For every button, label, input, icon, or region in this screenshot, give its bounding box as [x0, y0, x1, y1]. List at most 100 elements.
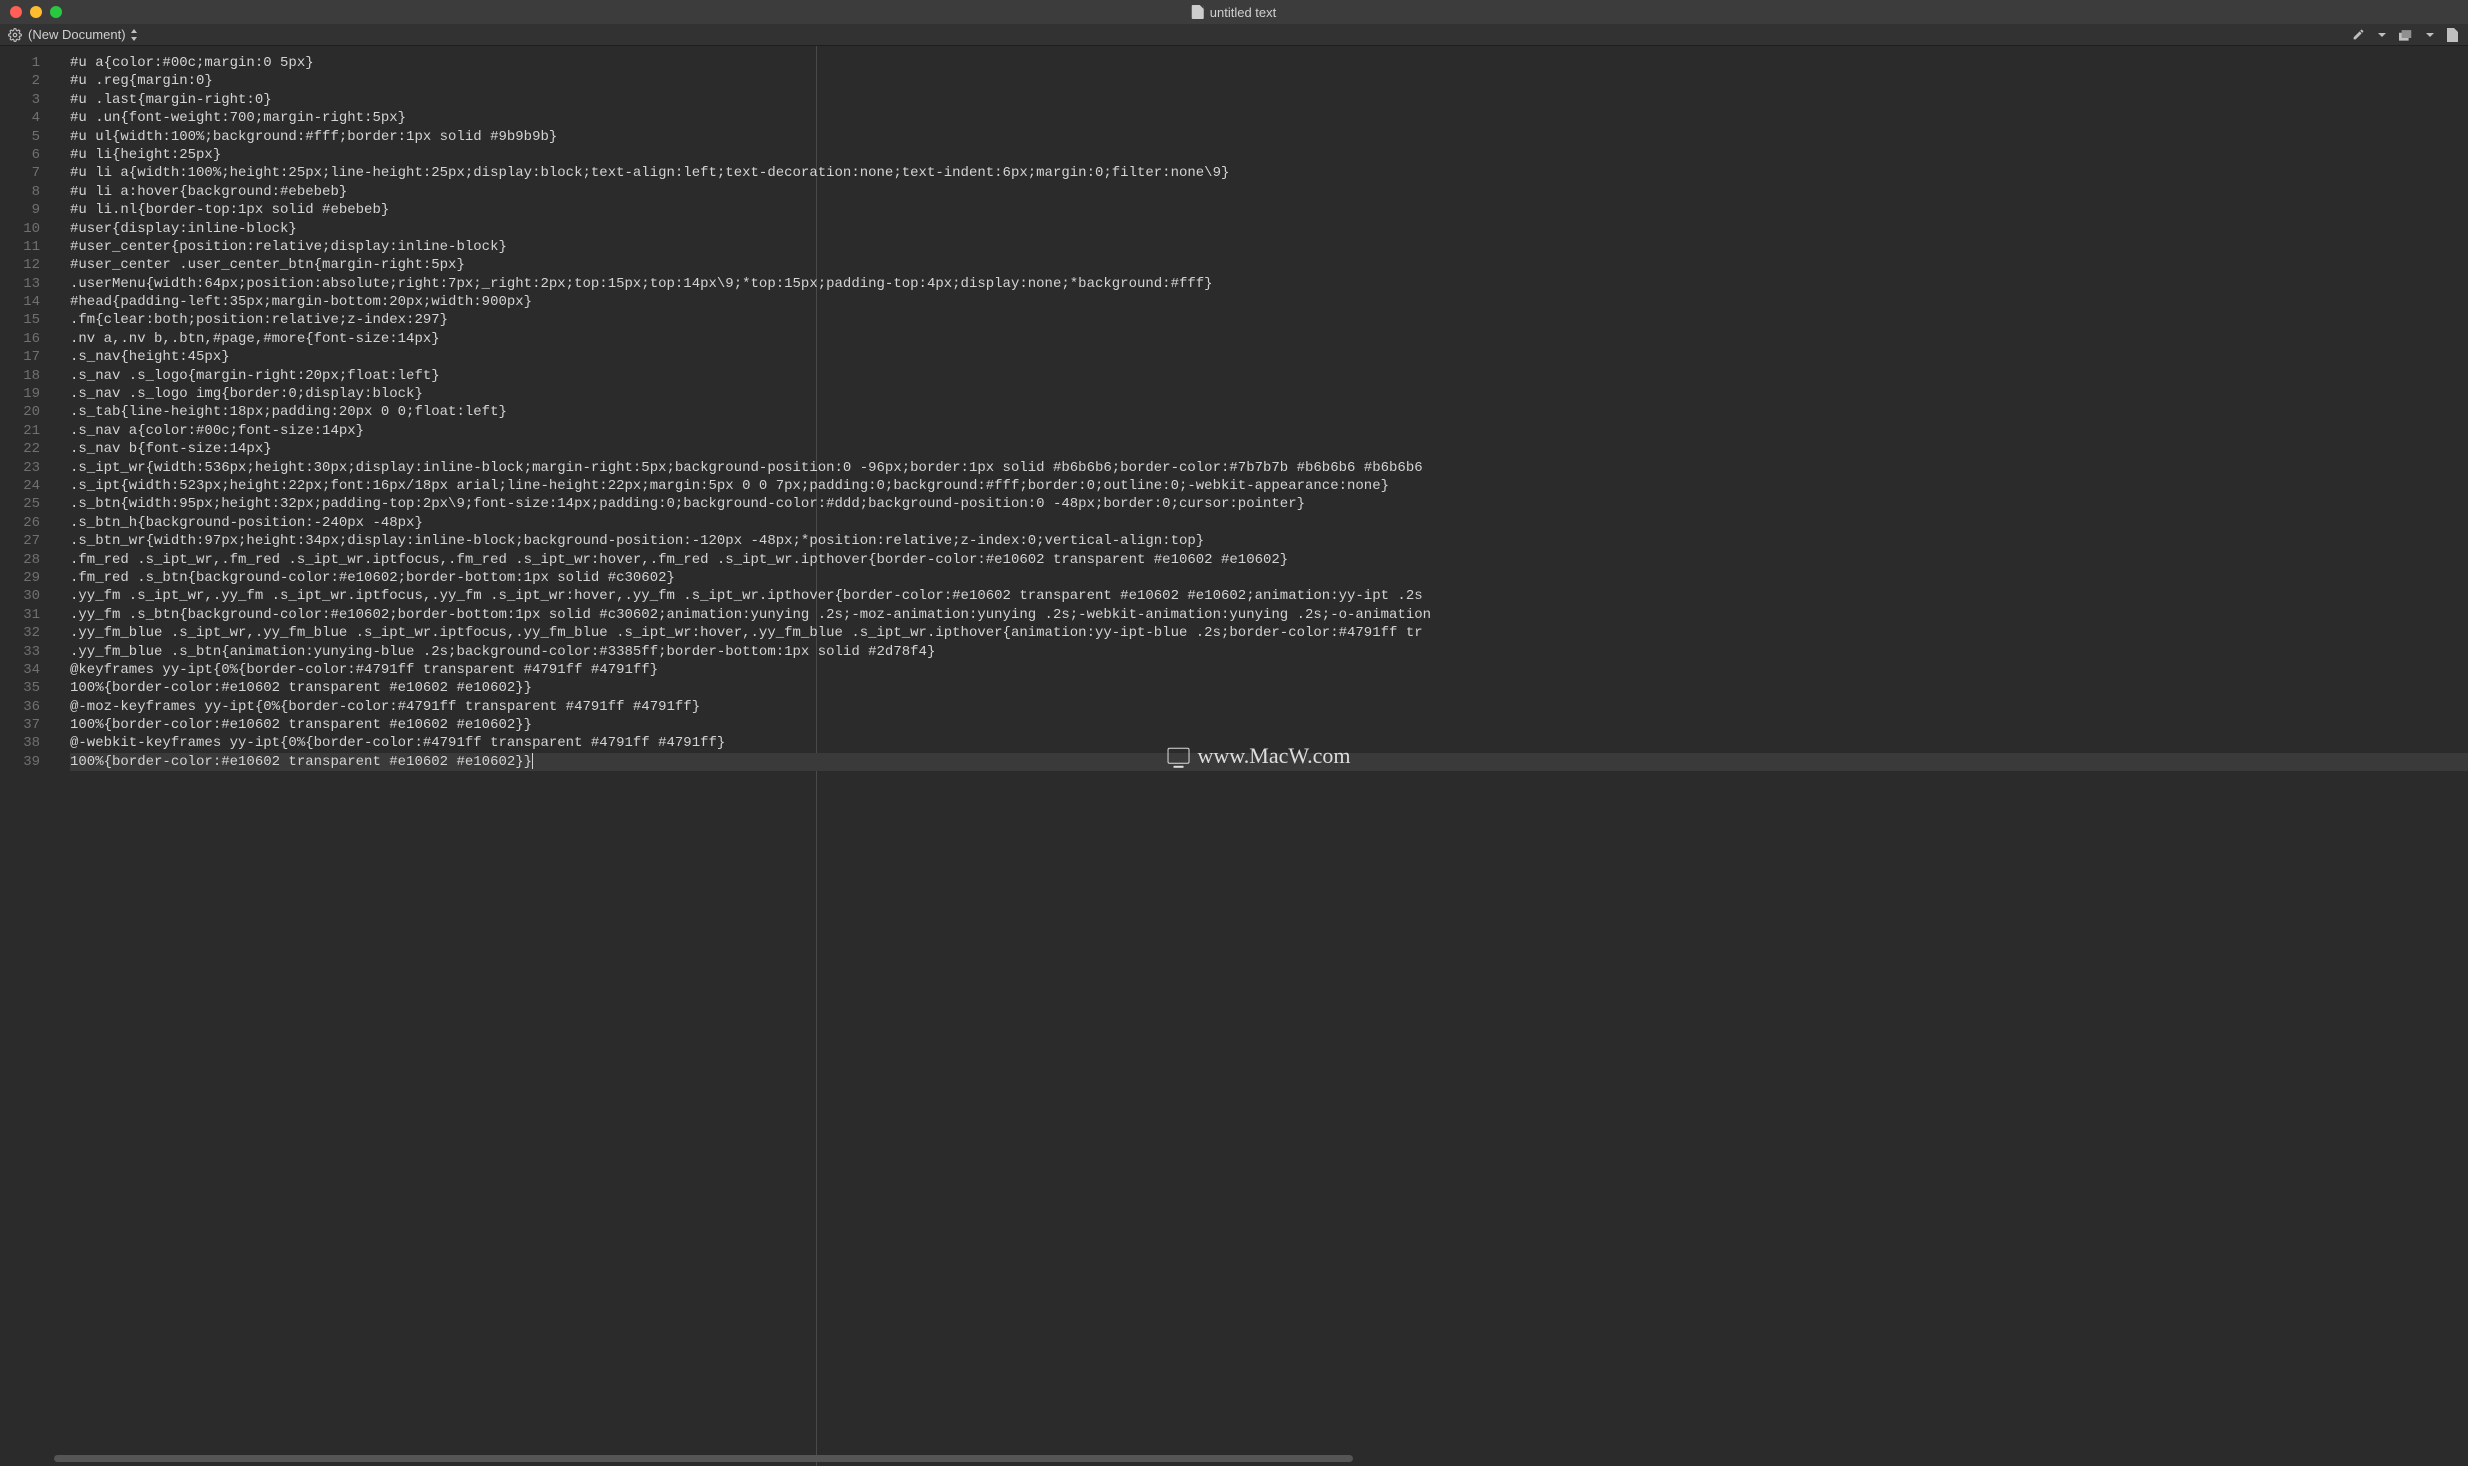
line-number: 21 [0, 422, 40, 440]
line-number: 20 [0, 403, 40, 421]
document-selector[interactable]: (New Document) [28, 27, 138, 42]
line-number: 2 [0, 72, 40, 90]
line-number: 4 [0, 109, 40, 127]
code-line[interactable]: .s_tab{line-height:18px;padding:20px 0 0… [70, 403, 2468, 421]
code-line[interactable]: .s_nav .s_logo img{border:0;display:bloc… [70, 385, 2468, 403]
code-line[interactable]: #u li{height:25px} [70, 146, 2468, 164]
line-number: 32 [0, 624, 40, 642]
line-number: 11 [0, 238, 40, 256]
code-line[interactable]: #user_center{position:relative;display:i… [70, 238, 2468, 256]
code-line[interactable]: #user{display:inline-block} [70, 220, 2468, 238]
code-line[interactable]: #user_center .user_center_btn{margin-rig… [70, 256, 2468, 274]
line-number: 25 [0, 495, 40, 513]
code-line[interactable]: .yy_fm .s_ipt_wr,.yy_fm .s_ipt_wr.iptfoc… [70, 587, 2468, 605]
code-line[interactable]: .fm_red .s_ipt_wr,.fm_red .s_ipt_wr.iptf… [70, 551, 2468, 569]
line-number: 19 [0, 385, 40, 403]
code-line[interactable]: #u a{color:#00c;margin:0 5px} [70, 54, 2468, 72]
code-line[interactable]: 100%{border-color:#e10602 transparent #e… [70, 716, 2468, 734]
window-title: untitled text [1192, 5, 1277, 20]
code-line[interactable]: #u li a:hover{background:#ebebeb} [70, 183, 2468, 201]
code-area[interactable]: #u a{color:#00c;margin:0 5px}#u .reg{mar… [50, 46, 2468, 1466]
text-cursor [532, 753, 533, 769]
code-line[interactable]: #u li a{width:100%;height:25px;line-heig… [70, 164, 2468, 182]
code-line[interactable]: .s_nav{height:45px} [70, 348, 2468, 366]
traffic-lights [0, 6, 62, 18]
code-line[interactable]: #head{padding-left:35px;margin-bottom:20… [70, 293, 2468, 311]
line-number: 17 [0, 348, 40, 366]
code-lines[interactable]: #u a{color:#00c;margin:0 5px}#u .reg{mar… [50, 46, 2468, 771]
line-number: 14 [0, 293, 40, 311]
line-number: 33 [0, 643, 40, 661]
document-file-icon [1192, 5, 1204, 19]
code-line[interactable]: #u .last{margin-right:0} [70, 91, 2468, 109]
maximize-button[interactable] [50, 6, 62, 18]
line-number: 12 [0, 256, 40, 274]
line-number: 15 [0, 311, 40, 329]
close-button[interactable] [10, 6, 22, 18]
line-number: 9 [0, 201, 40, 219]
line-number: 13 [0, 275, 40, 293]
chevron-down-icon[interactable] [2377, 30, 2387, 40]
code-line[interactable]: .nv a,.nv b,.btn,#page,#more{font-size:1… [70, 330, 2468, 348]
editor[interactable]: 1234567891011121314151617181920212223242… [0, 46, 2468, 1466]
scrollbar-thumb[interactable] [54, 1455, 1353, 1462]
code-line[interactable]: .s_btn_wr{width:97px;height:34px;display… [70, 532, 2468, 550]
document-icon[interactable] [2447, 28, 2458, 42]
line-number: 7 [0, 164, 40, 182]
line-number: 34 [0, 661, 40, 679]
line-number: 26 [0, 514, 40, 532]
code-line[interactable]: 100%{border-color:#e10602 transparent #e… [70, 679, 2468, 697]
code-line[interactable]: @-moz-keyframes yy-ipt{0%{border-color:#… [70, 698, 2468, 716]
line-number: 3 [0, 91, 40, 109]
code-line[interactable]: .s_ipt{width:523px;height:22px;font:16px… [70, 477, 2468, 495]
line-number: 31 [0, 606, 40, 624]
code-line[interactable]: .s_btn{width:95px;height:32px;padding-to… [70, 495, 2468, 513]
toolbar: (New Document) [0, 24, 2468, 46]
code-line[interactable]: #u li.nl{border-top:1px solid #ebebeb} [70, 201, 2468, 219]
line-number: 39 [0, 753, 40, 771]
code-line[interactable]: .userMenu{width:64px;position:absolute;r… [70, 275, 2468, 293]
line-number: 22 [0, 440, 40, 458]
gear-icon[interactable] [8, 28, 22, 42]
code-line[interactable]: @keyframes yy-ipt{0%{border-color:#4791f… [70, 661, 2468, 679]
line-number: 28 [0, 551, 40, 569]
line-number: 30 [0, 587, 40, 605]
code-line[interactable]: .fm{clear:both;position:relative;z-index… [70, 311, 2468, 329]
code-line[interactable]: @-webkit-keyframes yy-ipt{0%{border-colo… [70, 734, 2468, 752]
code-line[interactable]: .s_btn_h{background-position:-240px -48p… [70, 514, 2468, 532]
window-title-text: untitled text [1210, 5, 1277, 20]
code-line[interactable]: .yy_fm_blue .s_btn{animation:yunying-blu… [70, 643, 2468, 661]
code-line[interactable]: .s_nav .s_logo{margin-right:20px;float:l… [70, 367, 2468, 385]
code-line[interactable]: .yy_fm .s_btn{background-color:#e10602;b… [70, 606, 2468, 624]
pencil-icon[interactable] [2352, 28, 2365, 41]
line-number: 23 [0, 459, 40, 477]
line-number: 29 [0, 569, 40, 587]
code-line[interactable]: 100%{border-color:#e10602 transparent #e… [70, 753, 2468, 771]
line-number: 10 [0, 220, 40, 238]
code-line[interactable]: .s_ipt_wr{width:536px;height:30px;displa… [70, 459, 2468, 477]
line-number: 8 [0, 183, 40, 201]
code-line[interactable]: .yy_fm_blue .s_ipt_wr,.yy_fm_blue .s_ipt… [70, 624, 2468, 642]
horizontal-scrollbar[interactable] [54, 1455, 2460, 1462]
stack-icon[interactable] [2399, 28, 2413, 41]
chevron-updown-icon [130, 29, 138, 41]
code-line[interactable]: .fm_red .s_btn{background-color:#e10602;… [70, 569, 2468, 587]
code-line[interactable]: .s_nav a{color:#00c;font-size:14px} [70, 422, 2468, 440]
chevron-down-icon[interactable] [2425, 30, 2435, 40]
line-number: 5 [0, 128, 40, 146]
line-number-gutter: 1234567891011121314151617181920212223242… [0, 46, 50, 1466]
line-number: 35 [0, 679, 40, 697]
window-titlebar: untitled text [0, 0, 2468, 24]
code-line[interactable]: #u ul{width:100%;background:#fff;border:… [70, 128, 2468, 146]
line-number: 1 [0, 54, 40, 72]
line-number: 6 [0, 146, 40, 164]
line-number: 36 [0, 698, 40, 716]
code-line[interactable]: .s_nav b{font-size:14px} [70, 440, 2468, 458]
line-number: 27 [0, 532, 40, 550]
minimize-button[interactable] [30, 6, 42, 18]
code-line[interactable]: #u .reg{margin:0} [70, 72, 2468, 90]
line-number: 38 [0, 734, 40, 752]
line-number: 37 [0, 716, 40, 734]
document-selector-label: (New Document) [28, 27, 126, 42]
code-line[interactable]: #u .un{font-weight:700;margin-right:5px} [70, 109, 2468, 127]
